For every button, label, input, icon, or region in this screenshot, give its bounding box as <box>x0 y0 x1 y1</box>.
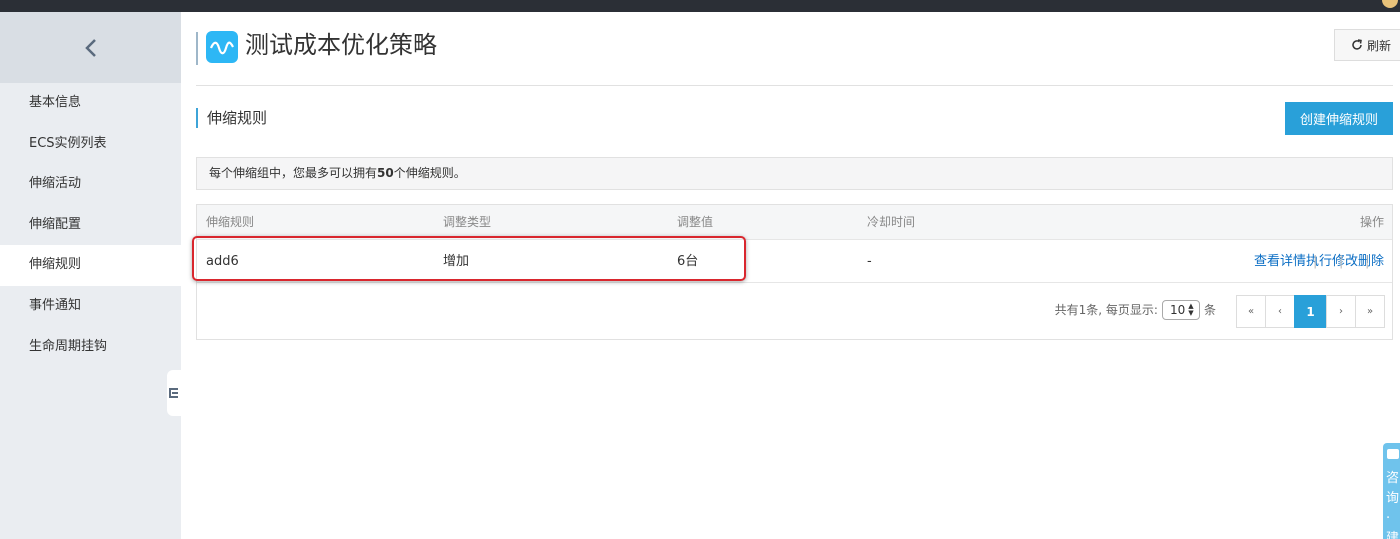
sidebar: 基本信息 ECS实例列表 伸缩活动 伸缩配置 伸缩规则 事件通知 生命周期挂钩 <box>0 12 181 539</box>
header-accent-bar <box>196 32 198 65</box>
pagination-area: 共有1条, 每页显示: 10 ▲ ▼ 条 « ‹ 1 › » <box>197 283 1392 338</box>
view-details-link[interactable]: 查看详情 <box>1254 254 1306 269</box>
first-page-button[interactable]: « <box>1236 295 1266 328</box>
sidebar-item-scaling-rules[interactable]: 伸缩规则 <box>0 245 181 286</box>
refresh-icon <box>1352 39 1362 50</box>
notice-prefix: 每个伸缩组中，您最多可以拥有 <box>209 166 378 180</box>
collapse-menu-icon <box>168 388 178 398</box>
page-size-select[interactable]: 10 ▲ ▼ <box>1161 300 1200 320</box>
scaling-group-logo-icon <box>206 31 238 63</box>
delete-link[interactable]: 删除 <box>1358 254 1384 269</box>
select-arrows-icon: ▲ ▼ <box>1188 302 1194 317</box>
scaling-rules-table: 伸缩规则 调整类型 调整值 冷却时间 操作 add6 增加 6台 - 查看详情 |… <box>196 204 1393 340</box>
chat-icon <box>1387 449 1399 459</box>
sidebar-item-lifecycle-hooks[interactable]: 生命周期挂钩 <box>0 327 181 368</box>
create-scaling-rule-button[interactable]: 创建伸缩规则 <box>1285 102 1393 135</box>
cell-adjust-type: 增加 <box>443 254 470 269</box>
top-navbar <box>0 0 1400 12</box>
refresh-label: 刷新 <box>1366 38 1391 53</box>
sidebar-item-basic-info[interactable]: 基本信息 <box>0 83 181 124</box>
action-separator: | <box>1338 254 1344 269</box>
edit-link[interactable]: 修改 <box>1332 254 1358 269</box>
limit-notice: 每个伸缩组中，您最多可以拥有50个伸缩规则。 <box>196 157 1393 190</box>
notice-count: 50 <box>377 166 394 180</box>
column-header-actions: 操作 <box>1359 215 1384 229</box>
next-page-button[interactable]: › <box>1326 295 1356 328</box>
last-page-button[interactable]: » <box>1355 295 1385 328</box>
column-header-rule: 伸缩规则 <box>206 215 255 229</box>
page-size-unit: 条 <box>1203 303 1216 317</box>
table-row: add6 增加 6台 - 查看详情 | 执行 | 修改 | 删除 <box>197 240 1392 283</box>
sidebar-item-event-notifications[interactable]: 事件通知 <box>0 286 181 327</box>
prev-page-button[interactable]: ‹ <box>1265 295 1295 328</box>
user-avatar[interactable] <box>1382 0 1398 8</box>
table-header: 伸缩规则 调整类型 调整值 冷却时间 操作 <box>197 205 1392 240</box>
sidebar-item-ecs-instances[interactable]: ECS实例列表 <box>0 124 181 165</box>
refresh-button[interactable]: 刷新 <box>1334 29 1400 61</box>
row-actions: 查看详情 | 执行 | 修改 | 删除 <box>1254 240 1384 283</box>
execute-link[interactable]: 执行 <box>1306 254 1332 269</box>
sidebar-item-scaling-activities[interactable]: 伸缩活动 <box>0 164 181 205</box>
page-title: 测试成本优化策略 <box>245 31 437 59</box>
notice-suffix: 个伸缩规则。 <box>393 166 466 180</box>
pager: « ‹ 1 › » <box>1236 295 1385 328</box>
total-count-text: 共有1条, 每页显示: <box>1054 303 1158 317</box>
consult-float-tab[interactable]: 咨询·建 <box>1383 443 1400 539</box>
action-separator: | <box>1364 254 1370 269</box>
cell-adjust-value: 6台 <box>677 254 699 269</box>
column-header-type: 调整类型 <box>443 215 492 229</box>
column-header-cooldown: 冷却时间 <box>867 215 916 229</box>
action-separator: | <box>1312 254 1318 269</box>
section-title: 伸缩规则 <box>196 108 267 128</box>
page-header: 测试成本优化策略 刷新 <box>196 12 1400 86</box>
sidebar-item-scaling-config[interactable]: 伸缩配置 <box>0 205 181 246</box>
chevron-left-icon <box>84 38 96 57</box>
pagination-info: 共有1条, 每页显示: 10 ▲ ▼ 条 <box>1055 295 1216 325</box>
cell-rule-name: add6 <box>206 254 239 269</box>
cell-cooldown: - <box>867 254 872 269</box>
page-1-button[interactable]: 1 <box>1294 295 1327 328</box>
back-button[interactable] <box>0 12 181 83</box>
float-tab-label: 咨询·建 <box>1386 471 1400 539</box>
main-content: 测试成本优化策略 刷新 伸缩规则 创建伸缩规则 每个伸缩组中，您最多可以拥有50… <box>181 12 1400 539</box>
page-size-value: 10 <box>1169 303 1186 317</box>
sidebar-collapse-handle[interactable] <box>167 370 181 416</box>
column-header-value: 调整值 <box>677 215 714 229</box>
